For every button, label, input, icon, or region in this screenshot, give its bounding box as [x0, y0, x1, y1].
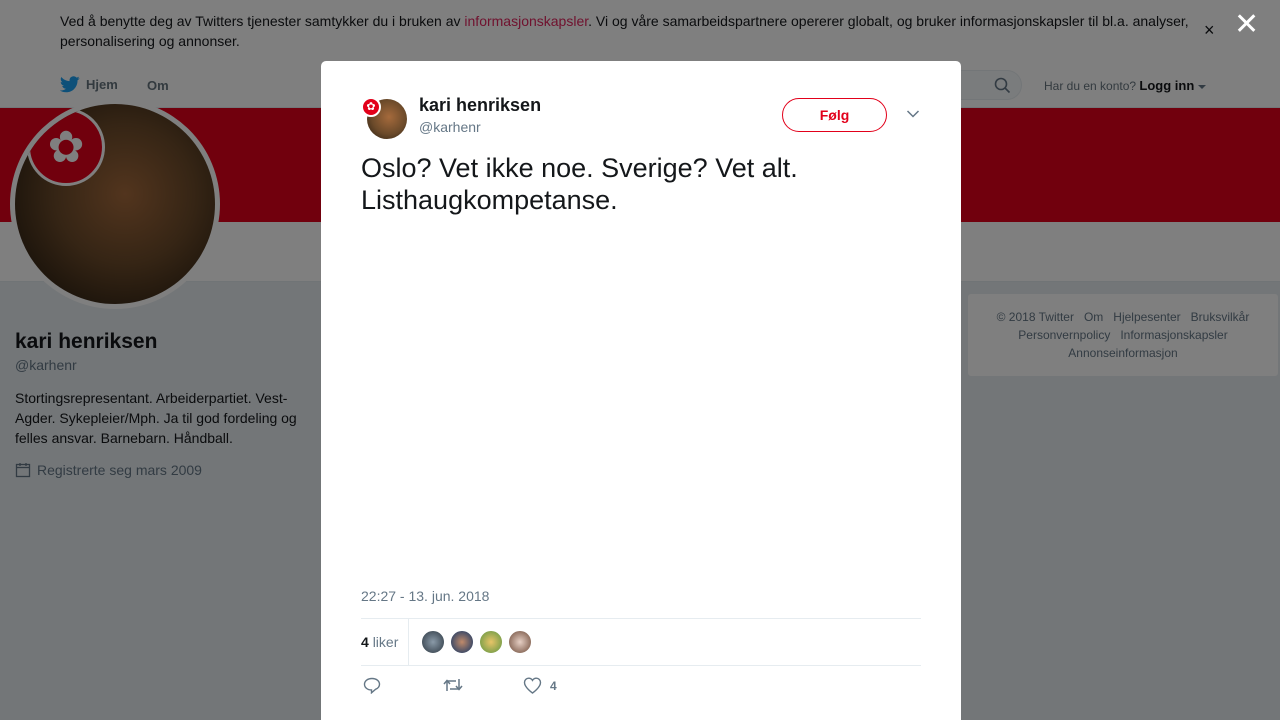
- tweet-author-name[interactable]: kari henriksen: [419, 95, 541, 116]
- tweet-author-avatar[interactable]: ✿: [361, 97, 407, 139]
- stats-divider: [408, 619, 409, 666]
- likes-count-number: 4: [361, 634, 369, 650]
- tweet-stats: 4 liker: [361, 618, 921, 666]
- rose-badge-icon: ✿: [361, 97, 381, 117]
- likes-count[interactable]: 4 liker: [361, 634, 398, 650]
- reply-button[interactable]: [363, 677, 381, 694]
- retweet-button[interactable]: [443, 677, 463, 693]
- tweet-modal: ✿ kari henriksen @karhenr Følg Oslo? Vet…: [321, 61, 961, 720]
- tweet-timestamp[interactable]: 22:27 - 13. jun. 2018: [361, 588, 489, 604]
- like-count: 4: [550, 678, 557, 693]
- like-button[interactable]: 4: [523, 677, 557, 694]
- close-icon[interactable]: ✕: [1234, 10, 1259, 40]
- liker-avatar[interactable]: [421, 630, 445, 654]
- heart-icon: [523, 677, 542, 694]
- liker-avatar[interactable]: [479, 630, 503, 654]
- liker-avatars: [421, 630, 537, 654]
- tweet-author-handle[interactable]: @karhenr: [419, 119, 481, 135]
- reply-icon: [363, 677, 381, 694]
- retweet-icon: [443, 679, 463, 691]
- likes-count-label: liker: [372, 634, 399, 650]
- tweet-actions: 4: [361, 677, 921, 699]
- chevron-down-icon[interactable]: [906, 109, 920, 119]
- follow-button[interactable]: Følg: [782, 98, 887, 132]
- liker-avatar[interactable]: [508, 630, 532, 654]
- liker-avatar[interactable]: [450, 630, 474, 654]
- tweet-text: Oslo? Vet ikke noe. Sverige? Vet alt. Li…: [361, 153, 798, 215]
